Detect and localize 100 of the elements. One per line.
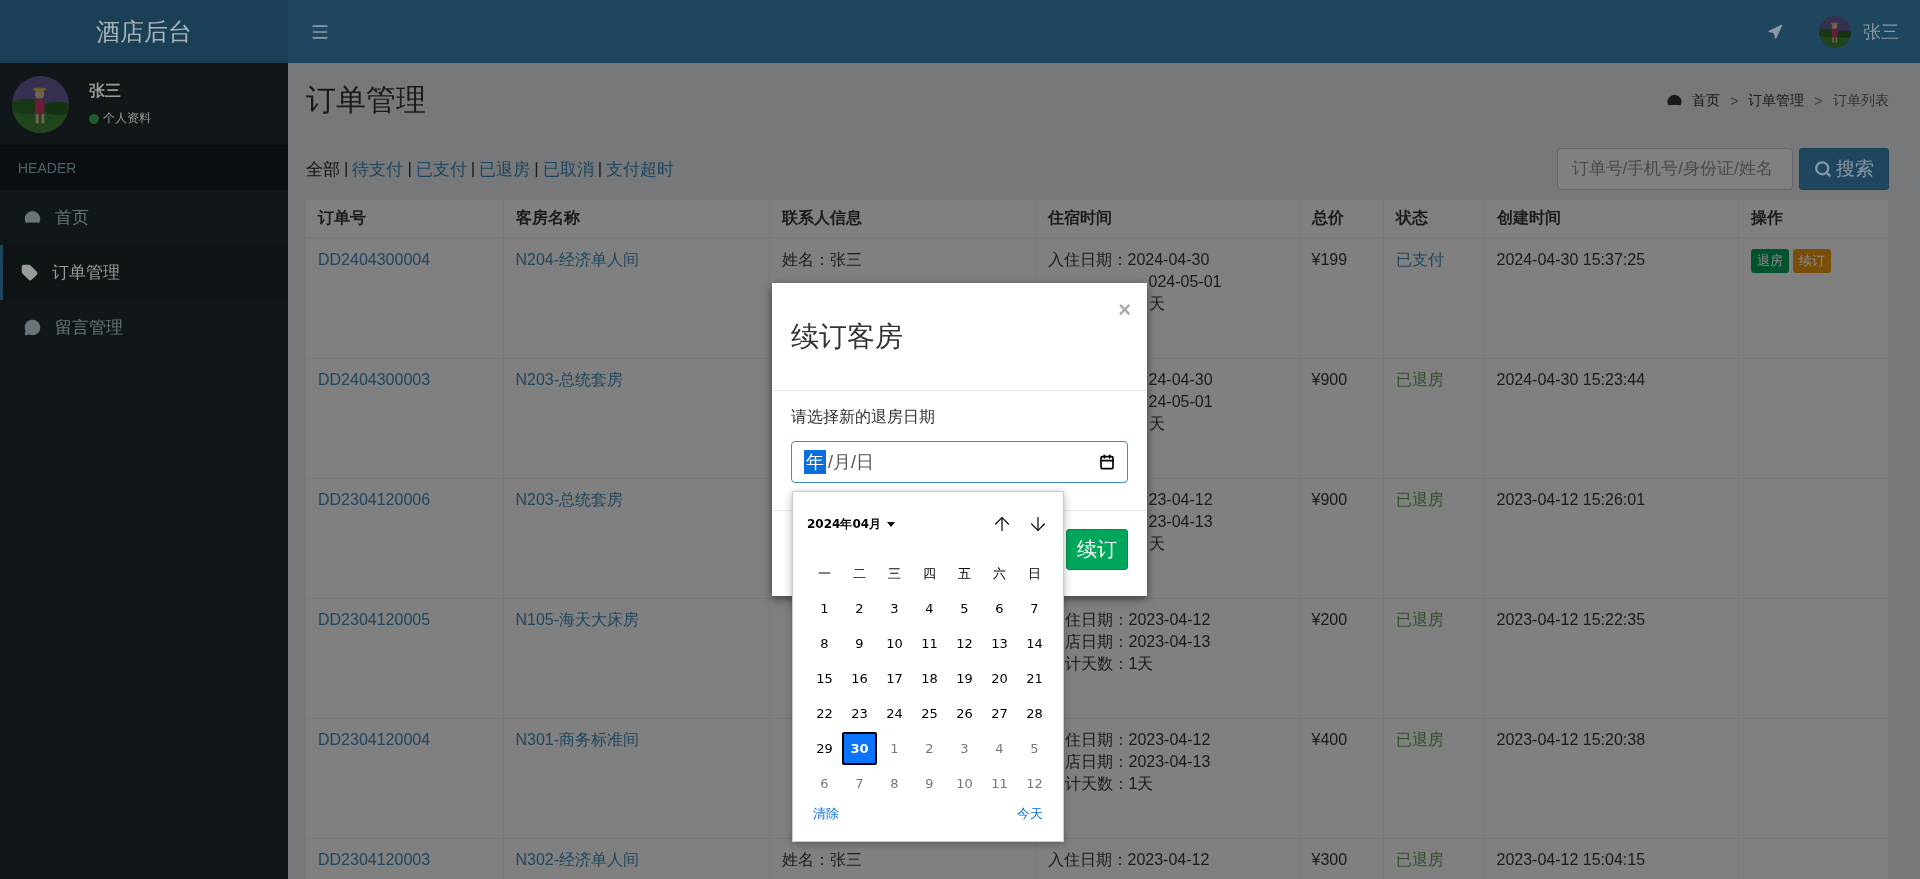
date-field[interactable]: 年 /月/日 (791, 441, 1128, 483)
calendar-day[interactable]: 26 (947, 697, 982, 730)
calendar-day[interactable]: 5 (947, 592, 982, 625)
breadcrumb-item[interactable]: 首页 (1692, 91, 1721, 110)
stay-info: 23-04-13 (1148, 512, 1213, 530)
calendar-day[interactable]: 19 (947, 662, 982, 695)
calendar-day[interactable]: 13 (982, 627, 1017, 660)
profile-link[interactable]: 个人资料 (103, 110, 151, 127)
calendar-icon[interactable] (1099, 454, 1115, 470)
calendar-day[interactable]: 7 (1017, 592, 1052, 625)
order-link[interactable]: DD2304120004 (318, 730, 431, 748)
room-link[interactable]: N204-经济单人间 (515, 251, 640, 268)
calendar-day[interactable]: 24 (877, 697, 912, 730)
modal-title: 续订客房 (791, 319, 903, 354)
calendar-day[interactable]: 15 (807, 662, 842, 695)
filter-separator: | (597, 159, 603, 179)
contact-info: 姓名：张三 (781, 850, 862, 868)
order-link[interactable]: DD2404300004 (318, 251, 431, 268)
room-link[interactable]: N105-海天大床房 (515, 610, 640, 628)
calendar-day[interactable]: 5 (1017, 732, 1052, 765)
calendar-day[interactable]: 16 (842, 662, 877, 695)
order-status: 已退房 (1395, 730, 1444, 748)
contact-info: 姓名：张三 (781, 251, 862, 268)
price: ¥400 (1311, 730, 1348, 748)
calendar-day[interactable]: 12 (947, 627, 982, 660)
stay-info: 24-04-30 (1148, 370, 1213, 388)
calendar-day[interactable]: 2 (912, 732, 947, 765)
renew-button[interactable]: 续订 (1066, 529, 1128, 570)
stay-info: 计天数：1天 (1064, 654, 1154, 672)
weekday-label: 六 (993, 564, 1006, 583)
calendar-day[interactable]: 3 (877, 592, 912, 625)
created-time: 2023-04-12 15:26:01 (1496, 490, 1646, 508)
breadcrumb-item[interactable]: 订单管理 (1748, 91, 1805, 110)
calendar-day[interactable]: 8 (877, 767, 912, 800)
created-time: 2024-04-30 15:37:25 (1496, 251, 1646, 268)
calendar-day[interactable]: 23 (842, 697, 877, 730)
stay-info: 入住日期：2024-04-30 (1047, 251, 1210, 268)
calendar-day[interactable]: 7 (842, 767, 877, 800)
sidebar-item[interactable]: 首页 (0, 190, 288, 245)
stay-info: 24-05-01 (1148, 392, 1213, 410)
today-link[interactable]: 今天 (1017, 805, 1043, 823)
calendar-day[interactable]: 1 (877, 732, 912, 765)
user-name[interactable]: 张三 (1862, 19, 1899, 44)
calendar-day[interactable]: 6 (982, 592, 1017, 625)
room-link[interactable]: N203-总统套房 (515, 370, 624, 388)
calendar-day[interactable]: 11 (912, 627, 947, 660)
room-link[interactable]: N302-经济单人间 (515, 850, 640, 868)
weekday-label: 日 (1028, 564, 1041, 583)
calendar-day[interactable]: 22 (807, 697, 842, 730)
order-link[interactable]: DD2304120005 (318, 610, 431, 628)
calendar-day[interactable]: 25 (912, 697, 947, 730)
calendar-day[interactable]: 20 (982, 662, 1017, 695)
calendar-day[interactable]: 9 (842, 627, 877, 660)
calendar-day[interactable]: 27 (982, 697, 1017, 730)
calendar-day[interactable]: 9 (912, 767, 947, 800)
stay-info: 店日期：2023-04-13 (1064, 752, 1211, 770)
calendar-day[interactable]: 4 (982, 732, 1017, 765)
calendar-day[interactable]: 12 (1017, 767, 1052, 800)
filter-separator: | (534, 159, 539, 179)
action-button[interactable]: 退房 (1750, 249, 1789, 273)
calendar-day[interactable]: 10 (877, 627, 912, 660)
calendar-day[interactable]: 10 (947, 767, 982, 800)
order-link[interactable]: DD2304120006 (318, 490, 431, 508)
calendar-day[interactable]: 21 (1017, 662, 1052, 695)
column-header: 联系人信息 (769, 200, 1035, 238)
calendar-day[interactable]: 1 (807, 592, 842, 625)
calendar-day[interactable]: 2 (842, 592, 877, 625)
stay-info: 住日期：2023-04-12 (1064, 610, 1211, 628)
calendar-day[interactable]: 6 (807, 767, 842, 800)
calendar-day[interactable]: 18 (912, 662, 947, 695)
month-selector[interactable]: 2024年04月 (807, 515, 896, 533)
order-link[interactable]: DD2404300003 (318, 370, 431, 388)
order-status: 已退房 (1395, 490, 1444, 508)
calendar-day[interactable]: 14 (1017, 627, 1052, 660)
calendar-day[interactable]: 11 (982, 767, 1017, 800)
calendar-day[interactable]: 8 (807, 627, 842, 660)
clear-link[interactable]: 清除 (813, 805, 839, 823)
calendar-day[interactable]: 29 (807, 732, 842, 765)
search-button[interactable]: 搜索 (1798, 148, 1889, 190)
calendar-day[interactable]: 3 (947, 732, 982, 765)
app-logo[interactable]: 酒店后台 (0, 0, 288, 63)
section-header: HEADER (0, 145, 288, 190)
order-status: 已退房 (1395, 610, 1444, 628)
sidebar-item[interactable]: 留言管理 (0, 300, 288, 355)
breadcrumb-separator: > (1730, 92, 1739, 109)
column-header: 住宿时间 (1035, 200, 1299, 238)
room-link[interactable]: N301-商务标准间 (515, 730, 640, 748)
calendar-day[interactable]: 30 (842, 732, 877, 765)
order-link[interactable]: DD2304120003 (318, 850, 431, 868)
user-name: 张三 (89, 81, 122, 101)
stay-info: 住日期：2023-04-12 (1064, 730, 1211, 748)
created-time: 2023-04-12 15:04:15 (1496, 850, 1646, 868)
filter-link[interactable]: 全部 (306, 157, 340, 181)
stay-info: 23-04-12 (1148, 490, 1213, 508)
created-time: 2023-04-12 15:20:38 (1496, 730, 1646, 748)
room-link[interactable]: N203-总统套房 (515, 490, 624, 508)
calendar-day[interactable]: 28 (1017, 697, 1052, 730)
calendar-day[interactable]: 4 (912, 592, 947, 625)
calendar-day[interactable]: 17 (877, 662, 912, 695)
location-arrow-icon[interactable] (1766, 23, 1783, 40)
